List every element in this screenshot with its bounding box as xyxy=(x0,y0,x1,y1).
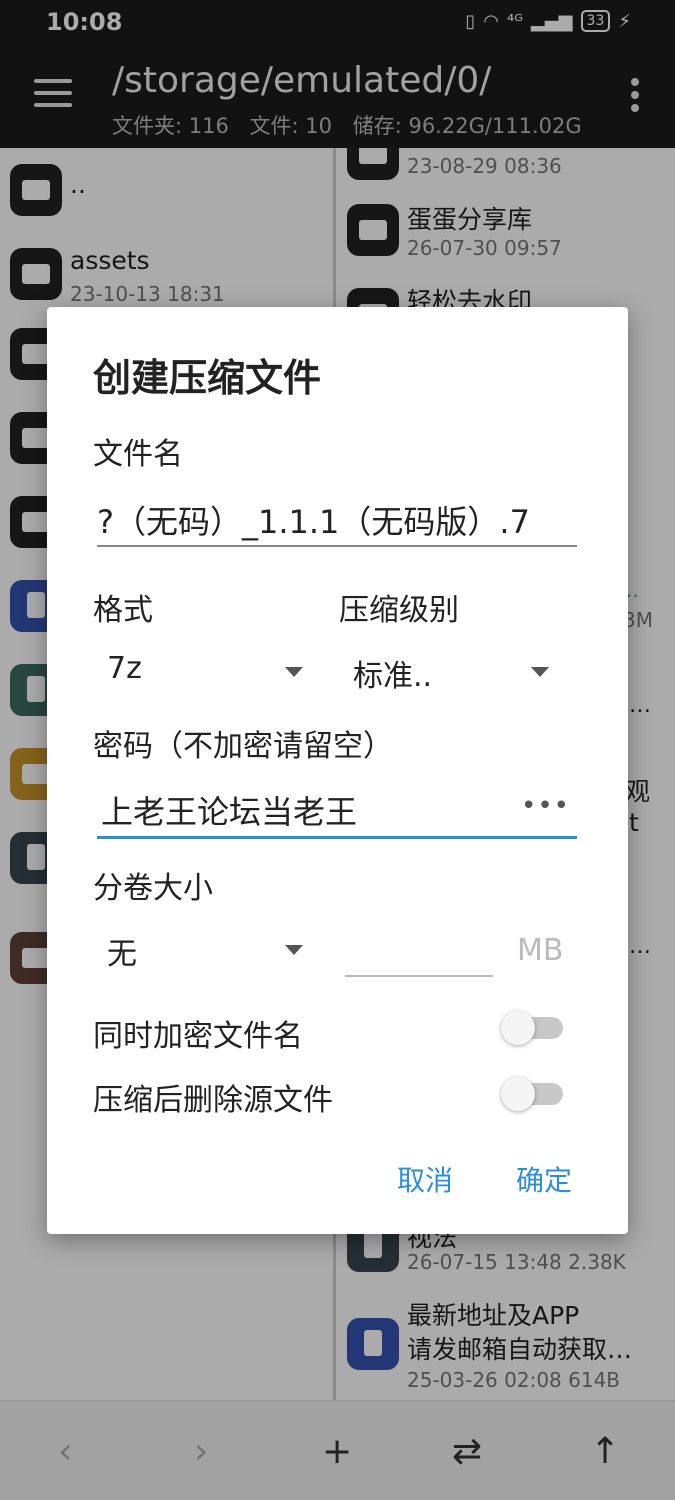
create-archive-dialog: 创建压缩文件 文件名 ?（无码）_1.1.1（无码版）.7 格式 压缩级别 7z… xyxy=(47,307,628,1234)
filename-underline xyxy=(97,545,577,547)
volume-unit: MB xyxy=(517,933,564,968)
cancel-button[interactable]: 取消 xyxy=(397,1159,453,1199)
filename-label: 文件名 xyxy=(93,437,183,472)
format-value: 7z xyxy=(107,651,142,686)
switch-thumb xyxy=(501,1011,535,1045)
dropdown-arrow-icon xyxy=(285,667,303,677)
compression-level-label: 压缩级别 xyxy=(339,593,459,628)
switch-thumb xyxy=(501,1077,535,1111)
dialog-title: 创建压缩文件 xyxy=(93,356,322,400)
compression-level-select[interactable]: 标准.. xyxy=(339,647,559,697)
dropdown-arrow-icon xyxy=(285,945,303,955)
volume-size-label: 分卷大小 xyxy=(93,871,213,906)
password-label: 密码（不加密请留空） xyxy=(93,729,393,764)
format-label: 格式 xyxy=(93,593,153,628)
filename-input[interactable]: ?（无码）_1.1.1（无码版）.7 xyxy=(97,497,577,543)
ok-button[interactable]: 确定 xyxy=(516,1159,572,1199)
password-input[interactable]: 上老王论坛当老王 xyxy=(101,787,501,833)
dropdown-arrow-icon xyxy=(531,667,549,677)
encrypt-filenames-toggle[interactable] xyxy=(501,1011,565,1045)
encrypt-filenames-label: 同时加密文件名 xyxy=(93,1019,303,1054)
delete-source-label: 压缩后删除源文件 xyxy=(93,1083,333,1118)
volume-size-select[interactable]: 无 xyxy=(93,925,313,975)
format-select[interactable]: 7z xyxy=(93,647,313,697)
delete-source-toggle[interactable] xyxy=(501,1077,565,1111)
volume-custom-input[interactable] xyxy=(345,975,493,977)
volume-size-value: 无 xyxy=(107,937,137,972)
password-underline xyxy=(97,836,577,839)
filename-value: ?（无码）_1.1.1（无码版）.7 xyxy=(97,503,530,541)
password-visibility-icon[interactable]: ••• xyxy=(521,791,570,821)
compression-level-value: 标准.. xyxy=(353,659,433,694)
